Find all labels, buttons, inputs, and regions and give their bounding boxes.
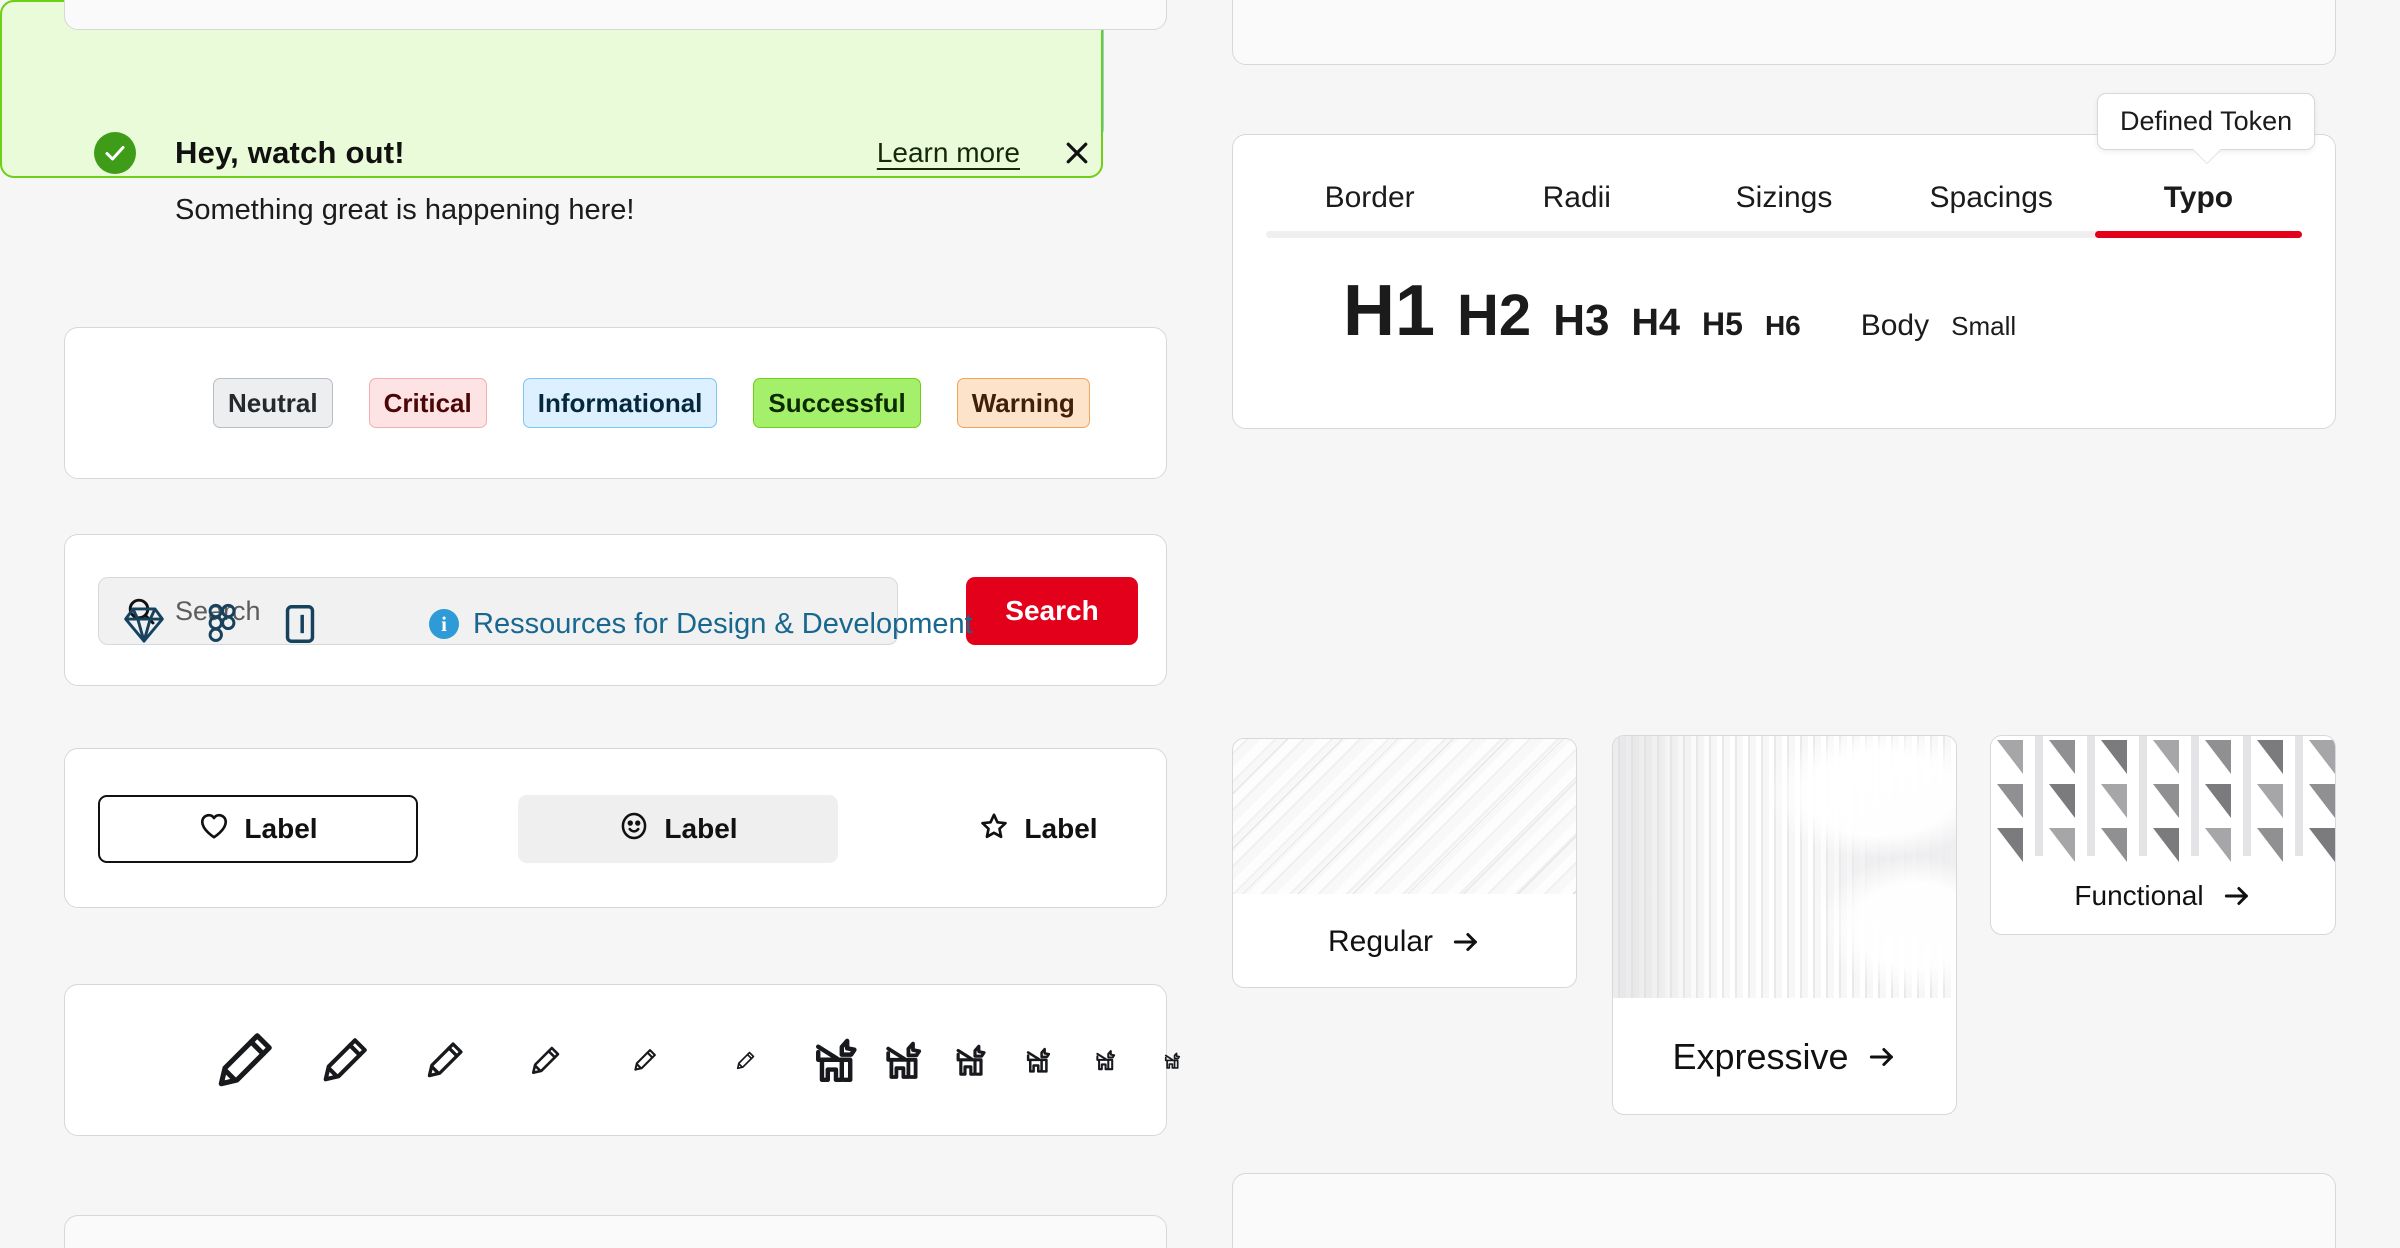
dog-icon [1073, 1047, 1140, 1073]
star-icon [978, 810, 1010, 849]
defined-token-tooltip: Defined Token [2097, 93, 2316, 150]
partial-card-right-top [1232, 0, 2336, 65]
typo-h6: H6 [1764, 310, 1801, 341]
showcase-caption: Expressive [1613, 998, 1956, 1114]
dog-icon [1140, 1050, 1207, 1071]
tab-border[interactable]: Border [1266, 173, 1473, 223]
tab-sizings[interactable]: Sizings [1680, 173, 1887, 223]
thumbnail-pattern [1991, 736, 2335, 862]
figma-icon[interactable] [200, 602, 244, 646]
resources-banner: i Ressources for Design & Development [0, 0, 1104, 643]
partial-card-right-bottom [1232, 1173, 2336, 1248]
thumbnail-regular [1233, 739, 1576, 894]
showcase-card-regular[interactable]: Regular [1232, 738, 1577, 988]
tab-bar: Border Radii Sizings Spacings Typo [1266, 173, 2302, 257]
showcase-label: Regular [1327, 924, 1434, 958]
typo-h4: H4 [1631, 302, 1681, 344]
typo-small: Small [1951, 311, 2017, 341]
showcase-label: Functional [2074, 880, 2204, 911]
badge-warning: Warning [956, 378, 1090, 428]
typo-h5: H5 [1702, 306, 1743, 342]
resources-link[interactable]: i Ressources for Design & Development [429, 0, 973, 1248]
showcase-card-expressive[interactable]: Expressive [1612, 735, 1957, 1115]
sketch-icon[interactable] [122, 602, 166, 646]
info-icon: i [429, 609, 459, 639]
close-icon[interactable] [1054, 130, 1100, 176]
dog-icon [1006, 1044, 1073, 1076]
typo-h2: H2 [1457, 283, 1532, 348]
showcase-card-functional[interactable]: Functional [1990, 735, 2336, 935]
tokens-panel: Border Radii Sizings Spacings Typo H1 H2 H… [1232, 134, 2336, 429]
typo-h3: H3 [1553, 296, 1610, 345]
search-button[interactable]: Search [966, 577, 1138, 645]
showcase-caption: Regular [1233, 894, 1576, 987]
thumbnail-expressive [1613, 736, 1956, 998]
typo-h1: H1 [1343, 271, 1436, 351]
typo-body: Body [1860, 309, 1930, 342]
resources-text: Ressources for Design & Development [473, 607, 973, 640]
thumbnail-functional [1991, 736, 2335, 862]
arrow-right-icon [2224, 887, 2248, 905]
showcase-label: Expressive [1672, 1036, 1849, 1077]
tab-typo[interactable]: Typo [2095, 173, 2302, 223]
arrow-right-icon [1869, 1048, 1893, 1066]
resource-icons [122, 0, 322, 1248]
storybook-icon[interactable] [278, 602, 322, 646]
showcase-caption: Functional [1991, 856, 2335, 934]
tab-track [1266, 231, 2302, 238]
button-label: Label [1024, 813, 1098, 844]
tab-spacings[interactable]: Spacings [1888, 173, 2095, 223]
page-root: Hey, watch out! Something great is happe… [0, 0, 2400, 1248]
arrow-right-icon [1453, 932, 1477, 951]
tab-radii[interactable]: Radii [1473, 173, 1680, 223]
typography-scale: H1 H2 H3 H4 H5 H6 Body Small [1233, 275, 2335, 395]
tab-active-indicator [2095, 231, 2302, 238]
